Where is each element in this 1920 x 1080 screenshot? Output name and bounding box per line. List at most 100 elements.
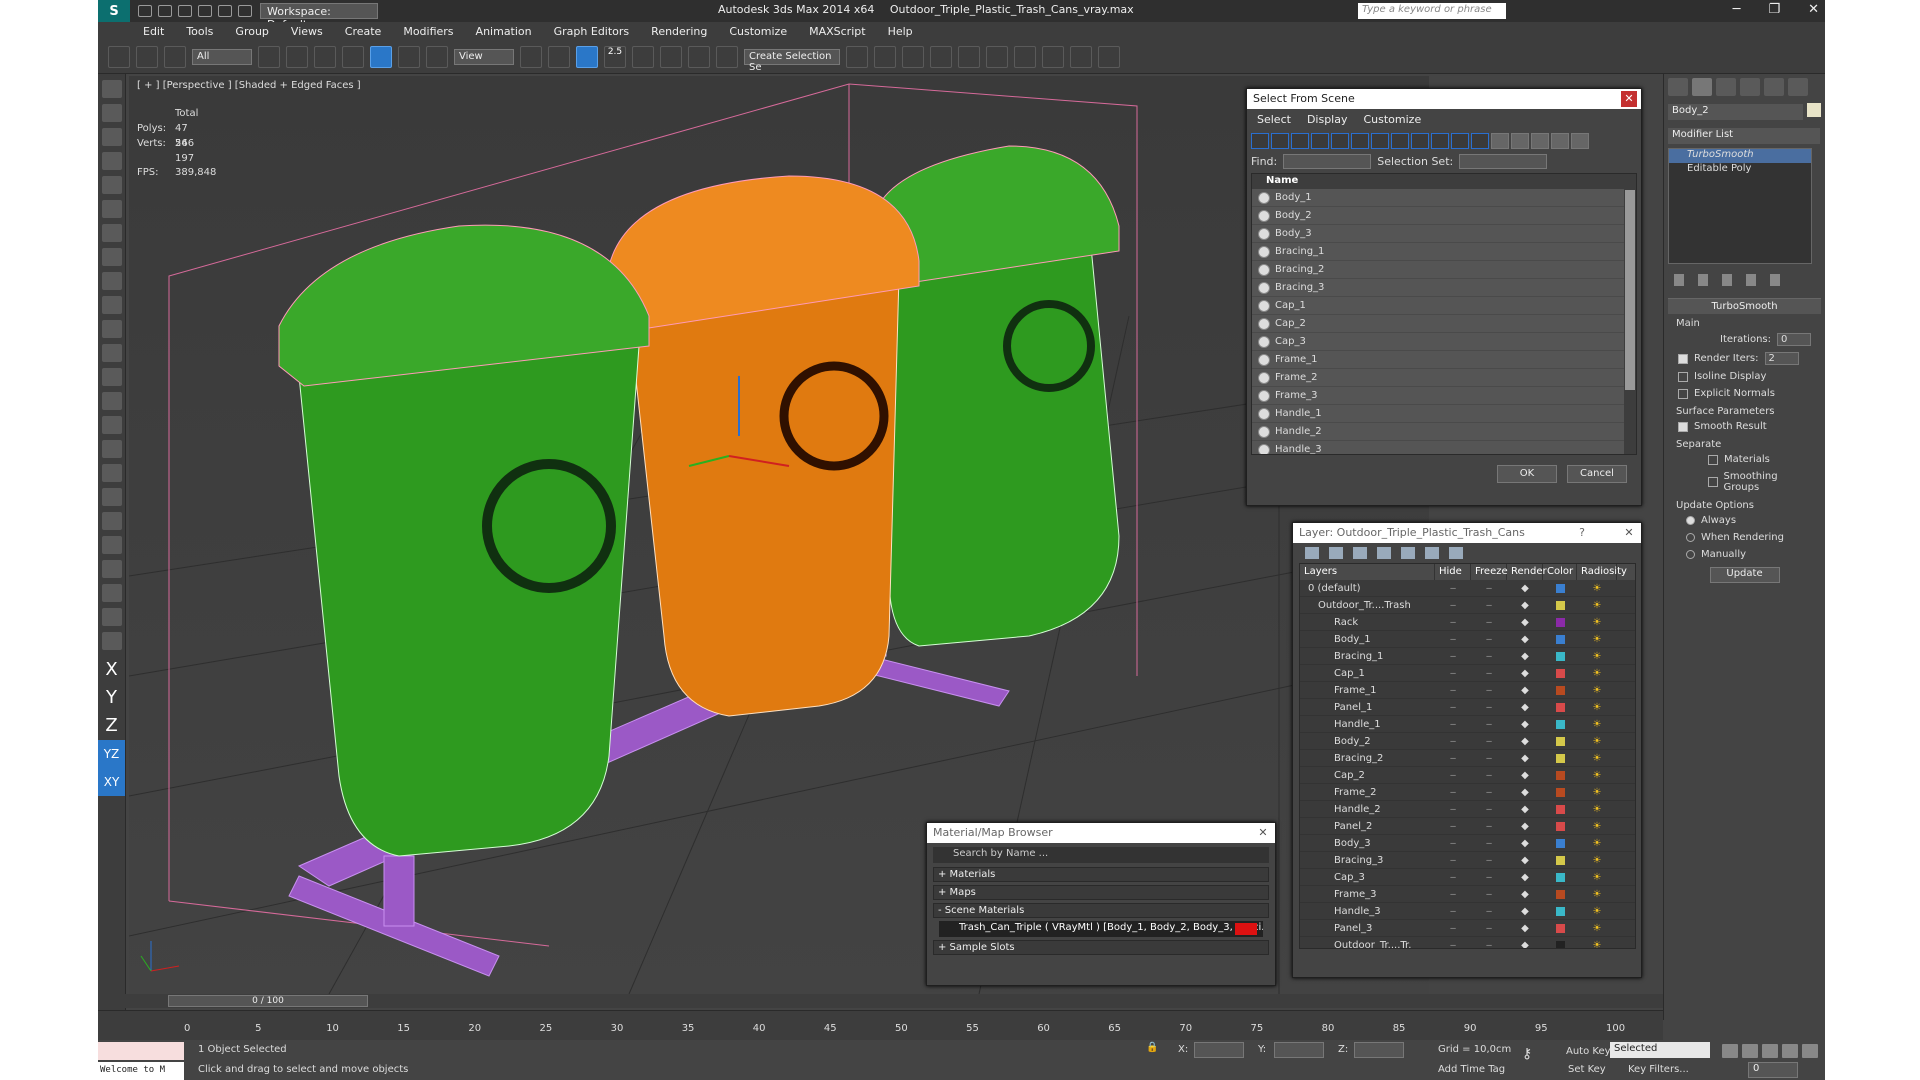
hide-toggle[interactable]: ‒ [1435,753,1471,764]
time-slider[interactable]: 0 / 100 [168,995,368,1007]
col-color[interactable]: Color [1543,564,1577,580]
menu-modifiers[interactable]: Modifiers [403,25,453,38]
x-coordinate-input[interactable] [1194,1042,1244,1058]
hide-toggle[interactable]: ‒ [1435,855,1471,866]
layer-color-cell[interactable] [1543,804,1577,814]
radiosity-icon[interactable]: ☀ [1577,617,1617,628]
column-name-header[interactable]: Name [1252,174,1636,189]
freeze-toggle[interactable]: ‒ [1471,770,1507,781]
layer-color-cell[interactable] [1543,617,1577,627]
unlink-icon[interactable] [136,45,158,68]
sound-icon[interactable] [102,200,122,218]
render-teapot-icon[interactable]: ◆ [1507,600,1543,611]
current-frame-input[interactable]: 0 [1748,1062,1798,1078]
freeze-toggle[interactable]: ‒ [1471,906,1507,917]
select-layer-objects-icon[interactable] [1377,547,1391,559]
hide-all-layers-icon[interactable] [1425,547,1439,559]
scene-object-item[interactable]: Bracing_3 [1252,279,1636,297]
scene-object-item[interactable]: Bracing_2 [1252,261,1636,279]
render-teapot-icon[interactable]: ◆ [1507,617,1543,628]
freeze-toggle[interactable]: ‒ [1471,668,1507,679]
layer-row[interactable]: Outdoor_Tr....Trash ‒ ‒ ◆ ☀ [1300,597,1635,614]
radiosity-icon[interactable]: ☀ [1577,668,1617,679]
keyboard-shortcut-icon[interactable] [576,45,598,68]
freeze-toggle[interactable]: ‒ [1471,617,1507,628]
explicit-normals-checkbox[interactable] [1678,388,1688,399]
always-radio[interactable] [1686,516,1695,525]
render-teapot-icon[interactable]: ◆ [1507,668,1543,679]
scene-material-item[interactable]: Trash_Can_Triple ( VRayMtl ) [Body_1, Bo… [939,921,1263,937]
layer-color-cell[interactable] [1543,685,1577,695]
freeze-toggle[interactable]: ‒ [1471,685,1507,696]
info-icon[interactable] [102,632,122,650]
radiosity-icon[interactable]: ☀ [1577,855,1617,866]
hide-toggle[interactable]: ‒ [1435,600,1471,611]
select-scale-icon[interactable] [426,45,448,68]
freeze-toggle[interactable]: ‒ [1471,872,1507,883]
radiosity-icon[interactable]: ☀ [1577,753,1617,764]
layer-color-cell[interactable] [1543,787,1577,797]
next-frame-icon[interactable] [1782,1044,1798,1058]
select-move-icon[interactable] [370,45,392,68]
dynamics-icon[interactable] [102,416,122,434]
when-rendering-radio[interactable] [1686,533,1695,542]
edit-named-selection-icon[interactable] [716,45,738,68]
layer-color-cell[interactable] [1543,702,1577,712]
scene-object-item[interactable]: Cap_3 [1252,333,1636,351]
scene-object-item[interactable]: Body_1 [1252,189,1636,207]
hide-toggle[interactable]: ‒ [1435,617,1471,628]
project-folder-icon[interactable] [238,5,252,17]
stack-item-turbosmooth[interactable]: TurboSmooth [1669,149,1811,163]
render-teapot-icon[interactable]: ◆ [1507,719,1543,730]
hide-toggle[interactable]: ‒ [1435,770,1471,781]
percent-snap-icon[interactable] [660,45,682,68]
freeze-toggle[interactable]: ‒ [1471,702,1507,713]
named-selection-set-dropdown[interactable]: Create Selection Se [744,48,840,73]
particles-icon[interactable] [102,392,122,410]
layer-color-cell[interactable] [1543,753,1577,763]
freeze-toggle[interactable]: ‒ [1471,855,1507,866]
scene-object-item[interactable]: Bracing_1 [1252,243,1636,261]
camera-icon[interactable] [102,608,122,626]
radiosity-icon[interactable]: ☀ [1577,872,1617,883]
fx-icon[interactable] [102,512,122,530]
key-mode-dropdown[interactable]: Selected [1610,1042,1710,1058]
make-unique-icon[interactable] [1722,274,1732,286]
render-teapot-icon[interactable]: ◆ [1507,634,1543,645]
restore-button[interactable]: ❐ [1768,2,1780,17]
scene-object-item[interactable]: Handle_1 [1252,405,1636,423]
layer-color-cell[interactable] [1543,719,1577,729]
options-icon[interactable] [1571,133,1589,149]
filter-spacewarps-icon[interactable] [1351,133,1369,149]
globe-icon[interactable] [102,560,122,578]
hide-toggle[interactable]: ‒ [1435,804,1471,815]
freeze-toggle[interactable]: ‒ [1471,787,1507,798]
helper-icon[interactable] [102,224,122,242]
vray-icon[interactable] [102,536,122,554]
menu-help[interactable]: Help [888,25,913,38]
select-object-icon[interactable] [258,45,280,68]
layer-color-cell[interactable] [1543,821,1577,831]
teapot-icon[interactable] [102,80,122,98]
filter-frozen-icon[interactable] [1451,133,1469,149]
add-time-tag[interactable]: Add Time Tag [1438,1064,1505,1075]
new-file-icon[interactable] [138,5,152,17]
lock-selection-icon[interactable]: 🔒 [1146,1042,1158,1053]
mmb-section-maps[interactable]: + Maps [933,885,1269,900]
menu-group[interactable]: Group [235,25,269,38]
render-icon[interactable] [102,584,122,602]
utilities-tab-icon[interactable] [1788,78,1808,96]
scene-object-item[interactable]: Body_3 [1252,225,1636,243]
filter-helpers-icon[interactable] [1331,133,1349,149]
z-coordinate-input[interactable] [1354,1042,1404,1058]
menu-customize[interactable]: Customize [729,25,787,38]
layer-manager-icon[interactable] [902,45,924,68]
radiosity-icon[interactable]: ☀ [1577,787,1617,798]
grass-icon[interactable] [102,488,122,506]
layer-row[interactable]: Panel_2 ‒ ‒ ◆ ☀ [1300,818,1635,835]
filter-containers-icon[interactable] [1431,133,1449,149]
bind-space-warp-icon[interactable] [164,45,186,68]
stack-item-editable-poly[interactable]: Editable Poly [1669,163,1811,177]
render-production-icon[interactable] [1098,45,1120,68]
layer-row[interactable]: Frame_3 ‒ ‒ ◆ ☀ [1300,886,1635,903]
